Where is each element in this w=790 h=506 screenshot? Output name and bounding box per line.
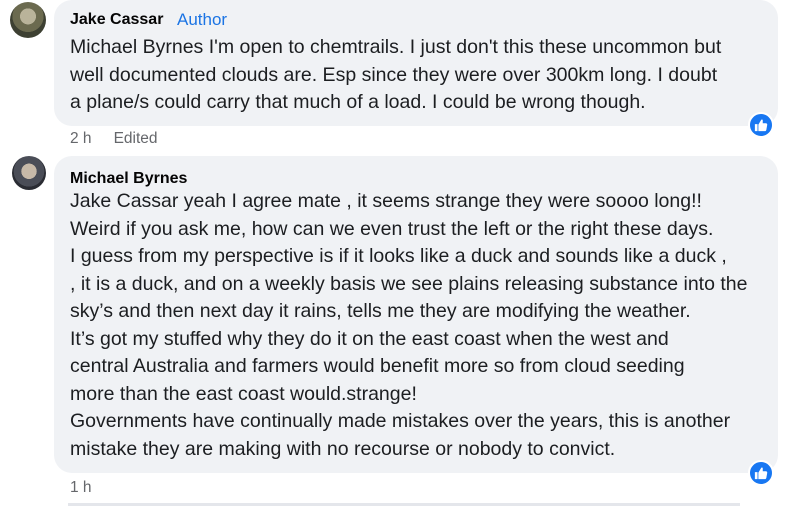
- like-icon[interactable]: [748, 112, 774, 138]
- timestamp[interactable]: 2 h: [70, 130, 92, 147]
- comment-line: central Australia and farmers would bene…: [70, 355, 685, 377]
- comment-line: mistake they are making with no recourse…: [70, 437, 616, 460]
- comment-line: Michael Byrnes I'm open to chemtrails. I…: [70, 36, 722, 58]
- comment-line: It’s got my stuffed why they do it on th…: [70, 327, 669, 350]
- edited-label: Edited: [113, 130, 158, 147]
- comment-text: Michael Byrnes I'm open to chemtrails. I…: [70, 34, 768, 117]
- avatar[interactable]: [12, 156, 46, 190]
- comment-author-name[interactable]: Jake Cassar: [70, 11, 163, 29]
- comment-line: Governments have continually made mistak…: [70, 410, 731, 432]
- comment-meta: 1 h: [70, 479, 92, 497]
- comment-line: I guess from my perspective is if it loo…: [70, 245, 727, 267]
- like-icon[interactable]: [748, 460, 774, 486]
- comment-meta: 2 h Edited: [70, 130, 158, 148]
- comment-line: sky’s and then next day it rains, tells …: [70, 300, 691, 322]
- comment-author-name[interactable]: Michael Byrnes: [70, 170, 187, 188]
- comment-line: , it is a duck, and on a weekly basis we…: [70, 272, 748, 295]
- comment-line: Jake Cassar yeah I agree mate , it seems…: [70, 190, 702, 212]
- timestamp[interactable]: 1 h: [70, 479, 92, 496]
- comment-line: well documented clouds are. Esp since th…: [70, 63, 718, 86]
- author-badge: Author: [177, 10, 228, 29]
- comment-line: Weird if you ask me, how can we even tru…: [70, 217, 714, 240]
- comment-line: more than the east coast would.strange!: [70, 382, 417, 405]
- comment-text: Jake Cassar yeah I agree mate , it seems…: [70, 188, 768, 463]
- comment-bubble: Jake Cassar Author Michael Byrnes I'm op…: [54, 0, 778, 126]
- avatar[interactable]: [10, 2, 46, 38]
- comment-bubble: Michael Byrnes Jake Cassar yeah I agree …: [54, 156, 778, 473]
- comment-line: a plane/s could carry that much of a loa…: [70, 91, 646, 113]
